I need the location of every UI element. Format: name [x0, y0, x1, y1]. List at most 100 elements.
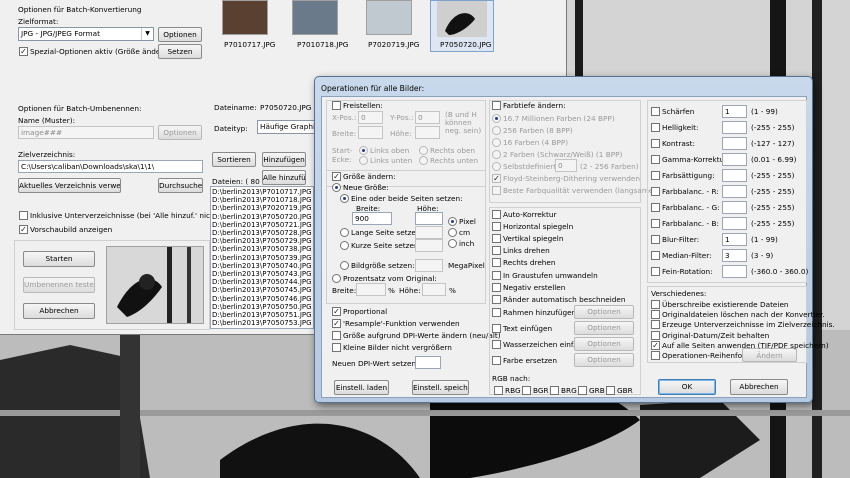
adjust-input[interactable]: [722, 185, 747, 198]
misc-checkbox[interactable]: [651, 310, 660, 320]
target-dir-input[interactable]: C:\Users\caliban\Downloads\ska\1\1\: [18, 160, 203, 173]
floyd-checkbox[interactable]: [492, 174, 501, 183]
file-list-item[interactable]: D:\berlin2013\P7050721.JPG: [212, 221, 312, 229]
percent-radio[interactable]: [332, 274, 341, 283]
adjust-input[interactable]: [722, 169, 747, 182]
operation-options-button[interactable]: Optionen: [574, 353, 634, 367]
ypos-input[interactable]: 0: [415, 111, 440, 124]
adjust-input[interactable]: 3: [722, 249, 747, 262]
left-top-radio[interactable]: [359, 146, 368, 155]
file-list-item[interactable]: D:\berlin2013\P7050740.JPG: [212, 262, 312, 270]
adjust-input[interactable]: [722, 217, 747, 230]
misc-checkbox[interactable]: [651, 330, 660, 340]
best-quality-checkbox[interactable]: [492, 186, 501, 195]
adjust-checkbox[interactable]: [651, 203, 660, 212]
file-list-item[interactable]: D:\berlin2013\P7050745.JPG: [212, 286, 312, 294]
browse-button[interactable]: Durchsuchen: [158, 178, 203, 193]
change-order-button[interactable]: Ändern: [742, 348, 797, 362]
operation-checkbox[interactable]: [492, 246, 501, 256]
no-enlarge-checkbox[interactable]: [332, 343, 341, 352]
special-options-checkbox[interactable]: [19, 47, 28, 56]
add-button[interactable]: Hinzufügen: [262, 152, 306, 167]
format-select[interactable]: JPG - JPG/JPEG Format ▼: [18, 27, 154, 41]
file-list-item[interactable]: D:\berlin2013\P7050751.JPG: [212, 311, 312, 319]
adjust-checkbox[interactable]: [651, 171, 660, 180]
image-size-input[interactable]: [415, 259, 443, 272]
file-list-item[interactable]: D:\berlin2013\P7050744.JPG: [212, 278, 312, 286]
new-size-radio[interactable]: [332, 183, 341, 192]
adjust-checkbox[interactable]: [651, 187, 660, 196]
file-list-item[interactable]: D:\berlin2013\P7010717.JPG: [212, 188, 312, 196]
right-top-radio[interactable]: [419, 146, 428, 155]
misc-checkbox[interactable]: [651, 320, 660, 330]
c16-radio[interactable]: [492, 138, 501, 147]
adjust-checkbox[interactable]: [651, 139, 660, 148]
crop-height-input[interactable]: [415, 126, 440, 139]
cancel-button[interactable]: Abbrechen: [23, 303, 95, 319]
operation-checkbox[interactable]: [492, 234, 501, 244]
color-depth-checkbox[interactable]: [492, 101, 501, 110]
dialog-cancel-button[interactable]: Abbrechen: [730, 379, 788, 395]
self-defined-input[interactable]: 0: [555, 159, 577, 172]
thumbnail-2[interactable]: [292, 0, 338, 35]
file-list-item[interactable]: D:\berlin2013\P7050743.JPG: [212, 270, 312, 278]
adjust-checkbox[interactable]: [651, 155, 660, 164]
rgb-option-checkbox[interactable]: [494, 386, 503, 395]
percent-width-input[interactable]: [356, 283, 386, 296]
rgb-option-checkbox[interactable]: [550, 386, 559, 395]
operation-checkbox[interactable]: [492, 282, 501, 292]
adjust-checkbox[interactable]: [651, 107, 660, 116]
operation-checkbox[interactable]: [492, 270, 501, 280]
right-bottom-radio[interactable]: [419, 156, 428, 165]
adjust-input[interactable]: 1: [722, 105, 747, 118]
operation-checkbox[interactable]: [492, 294, 501, 304]
self-defined-radio[interactable]: [492, 162, 501, 171]
thumbnail-3[interactable]: [366, 0, 412, 35]
use-current-dir-button[interactable]: Aktuelles Verzeichnis verwenden: [18, 178, 121, 193]
new-width-input[interactable]: 900: [352, 212, 392, 225]
adjust-input[interactable]: [722, 137, 747, 150]
name-pattern-input[interactable]: image###: [18, 126, 154, 139]
operation-checkbox[interactable]: [492, 356, 501, 365]
c2-radio[interactable]: [492, 150, 501, 159]
short-side-input[interactable]: [415, 239, 443, 252]
misc-checkbox[interactable]: [651, 300, 660, 309]
adjust-input[interactable]: [722, 201, 747, 214]
filetype-select[interactable]: Häufige Graphik Da: [257, 120, 319, 134]
op-order-checkbox[interactable]: [651, 351, 660, 360]
operation-options-button[interactable]: Optionen: [574, 321, 634, 335]
xpos-input[interactable]: 0: [358, 111, 383, 124]
file-list-item[interactable]: D:\berlin2013\P7050720.JPG: [212, 213, 312, 221]
load-settings-button[interactable]: Einstell. laden: [334, 380, 389, 395]
operation-checkbox[interactable]: [492, 222, 501, 232]
operation-checkbox[interactable]: [492, 210, 501, 219]
rename-options-button[interactable]: Optionen: [158, 125, 202, 140]
crop-width-input[interactable]: [358, 126, 383, 139]
file-list-item[interactable]: D:\berlin2013\P7050739.JPG: [212, 254, 312, 262]
include-subdirs-checkbox[interactable]: [19, 211, 28, 220]
file-list-item[interactable]: D:\berlin2013\P7050729.JPG: [212, 237, 312, 245]
proportional-checkbox[interactable]: [332, 307, 341, 316]
add-all-button[interactable]: Alle hinzufüg.: [262, 170, 306, 185]
adjust-input[interactable]: [722, 265, 747, 278]
adjust-checkbox[interactable]: [651, 235, 660, 244]
operation-options-button[interactable]: Optionen: [574, 305, 634, 319]
resample-checkbox[interactable]: [332, 319, 341, 328]
start-button[interactable]: Starten: [23, 251, 95, 267]
adjust-checkbox[interactable]: [651, 251, 660, 260]
rgb-option-checkbox[interactable]: [522, 386, 531, 395]
c16m-radio[interactable]: [492, 114, 501, 123]
short-side-radio[interactable]: [340, 241, 349, 250]
long-side-radio[interactable]: [340, 228, 349, 237]
one-or-both-radio[interactable]: [340, 194, 349, 203]
file-list-item[interactable]: D:\berlin2013\P7020719.JPG: [212, 204, 312, 212]
preview-checkbox[interactable]: [19, 225, 28, 234]
rgb-option-checkbox[interactable]: [606, 386, 615, 395]
new-height-input[interactable]: [415, 212, 443, 225]
file-list-item[interactable]: D:\berlin2013\P7050738.JPG: [212, 245, 312, 253]
thumbnail-1[interactable]: [222, 0, 268, 35]
file-list-item[interactable]: D:\berlin2013\P7050746.JPG: [212, 295, 312, 303]
adjust-checkbox[interactable]: [651, 267, 660, 276]
file-list-item[interactable]: D:\berlin2013\P7050753.JPG: [212, 319, 312, 327]
operation-options-button[interactable]: Optionen: [574, 337, 634, 351]
